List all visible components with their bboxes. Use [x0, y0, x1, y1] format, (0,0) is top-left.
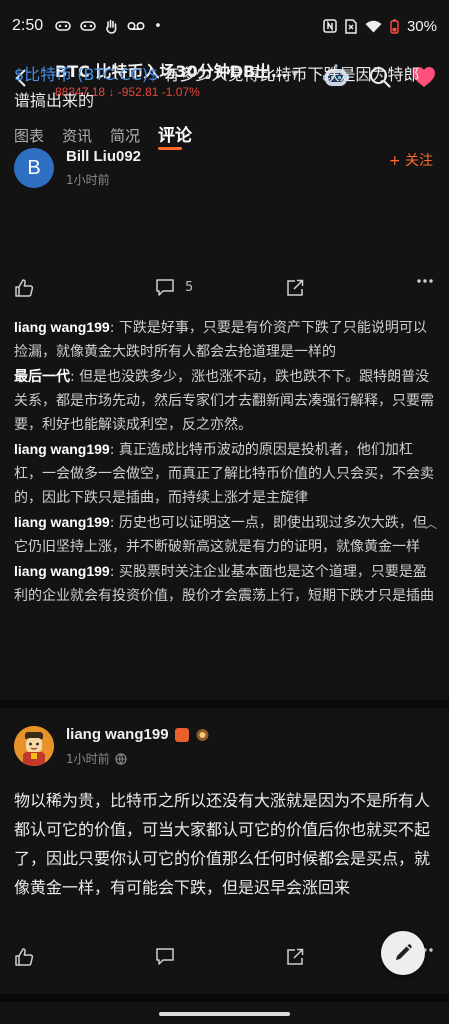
- battery-percent: 30%: [406, 17, 437, 35]
- post-divider: [0, 994, 449, 1002]
- post-action-bar: 5: [0, 278, 449, 304]
- share-button[interactable]: [286, 278, 305, 297]
- like-button[interactable]: [14, 947, 34, 967]
- post-body[interactable]: $比特币 (BTC.CC)$ 有多少人觉得比特币下跌是因为特郎谱搞出来的: [14, 62, 434, 114]
- pencil-icon: [396, 944, 412, 960]
- reply-item[interactable]: liang wang199: 历史也可以证明这一点，即使出现过多次大跌，但它仍旧…: [14, 510, 438, 559]
- thumbs-up-icon: [15, 948, 34, 966]
- compose-button[interactable]: [381, 931, 425, 975]
- share-icon: [287, 279, 304, 296]
- status-bar: 2:50 • 30%: [0, 0, 449, 52]
- reply-item[interactable]: 最后一代: 但是也没跌多少，涨也涨不动，跌也跌不下。跟特朗普没关系，都是市场先动…: [14, 364, 438, 437]
- reply-author[interactable]: liang wang199: [14, 563, 110, 579]
- reply-text: : 但是也没跌多少，涨也涨不动，跌也跌不下。跟特朗普没关系，都是市场先动，然后专…: [14, 369, 434, 433]
- more-options-button[interactable]: [416, 278, 434, 284]
- post-divider: [0, 700, 449, 708]
- hand-icon: [106, 19, 117, 34]
- tab-comments[interactable]: 评论: [158, 121, 192, 150]
- tab-bar: 图表 资讯 简况 评论: [14, 118, 192, 150]
- verified-badge-icon: [174, 727, 189, 742]
- gamepad-icon: [55, 21, 71, 31]
- more-dots-icon: [417, 279, 433, 283]
- share-button[interactable]: [286, 947, 305, 966]
- reply-author[interactable]: liang wang199: [14, 441, 110, 457]
- reply-author[interactable]: 最后一代: [14, 368, 70, 384]
- sim-x-icon: [345, 18, 357, 34]
- voicemail-icon: [127, 21, 145, 31]
- gamepad-icon: [80, 21, 96, 31]
- wifi-icon: [365, 20, 382, 32]
- comment-icon: [156, 948, 174, 965]
- author-name[interactable]: Bill Liu092: [66, 148, 141, 165]
- comment-icon: [156, 279, 174, 296]
- reply-item[interactable]: liang wang199: 真正造成比特币波动的原因是投机者，他们加杠杠，一会…: [14, 437, 438, 510]
- comment-button[interactable]: [155, 947, 175, 966]
- notification-icons: •: [55, 19, 162, 34]
- battery-icon: [390, 18, 399, 34]
- post-author-row: B Bill Liu092 1小时前 + 关注: [0, 146, 449, 192]
- status-time: 2:50: [12, 17, 44, 34]
- ticker-link[interactable]: $比特币 (BTC.CC)$: [14, 65, 158, 84]
- like-button[interactable]: [14, 278, 34, 298]
- tab-news[interactable]: 资讯: [62, 125, 92, 146]
- tab-profile[interactable]: 简况: [110, 125, 140, 146]
- post-body[interactable]: 物以稀为贵，比特币之所以还没有大涨就是因为不是所有人都认可它的价值，可当大家都认…: [14, 786, 438, 902]
- reply-list: liang wang199: 下跌是好事，只要是有价资产下跌了只能说明可以捡漏，…: [14, 315, 438, 608]
- author-name[interactable]: liang wang199: [66, 726, 169, 743]
- comment-post: B Bill Liu092 1小时前 + 关注: [0, 146, 449, 192]
- level-badge-icon: [196, 728, 209, 741]
- reply-item[interactable]: liang wang199: 下跌是好事，只要是有价资产下跌了只能说明可以捡漏，…: [14, 315, 438, 364]
- reply-item[interactable]: liang wang199: 买股票时关注企业基本面也是这个道理，只要是盈利的企…: [14, 559, 438, 608]
- tab-chart[interactable]: 图表: [14, 125, 44, 146]
- collapse-replies-icon[interactable]: ︿: [425, 515, 437, 532]
- globe-icon: [115, 752, 127, 765]
- post-time-row: 1小时前: [66, 750, 127, 767]
- reply-author[interactable]: liang wang199: [14, 319, 110, 335]
- avatar-character-icon: [14, 726, 54, 766]
- comment-count: 5: [185, 280, 194, 295]
- reply-author[interactable]: liang wang199: [14, 514, 110, 530]
- home-indicator[interactable]: [159, 1012, 290, 1016]
- follow-button[interactable]: + 关注: [389, 150, 433, 170]
- post-time: 1小时前: [66, 173, 110, 187]
- avatar[interactable]: [14, 726, 54, 766]
- post-time: 1小时前: [66, 752, 110, 766]
- share-icon: [287, 948, 304, 965]
- author-name-row[interactable]: liang wang199: [66, 726, 210, 743]
- avatar[interactable]: B: [14, 148, 54, 188]
- thumbs-up-icon: [15, 279, 34, 297]
- dot-icon: •: [154, 18, 162, 34]
- nfc-icon: [323, 19, 337, 33]
- comment-button[interactable]: 5: [155, 278, 193, 297]
